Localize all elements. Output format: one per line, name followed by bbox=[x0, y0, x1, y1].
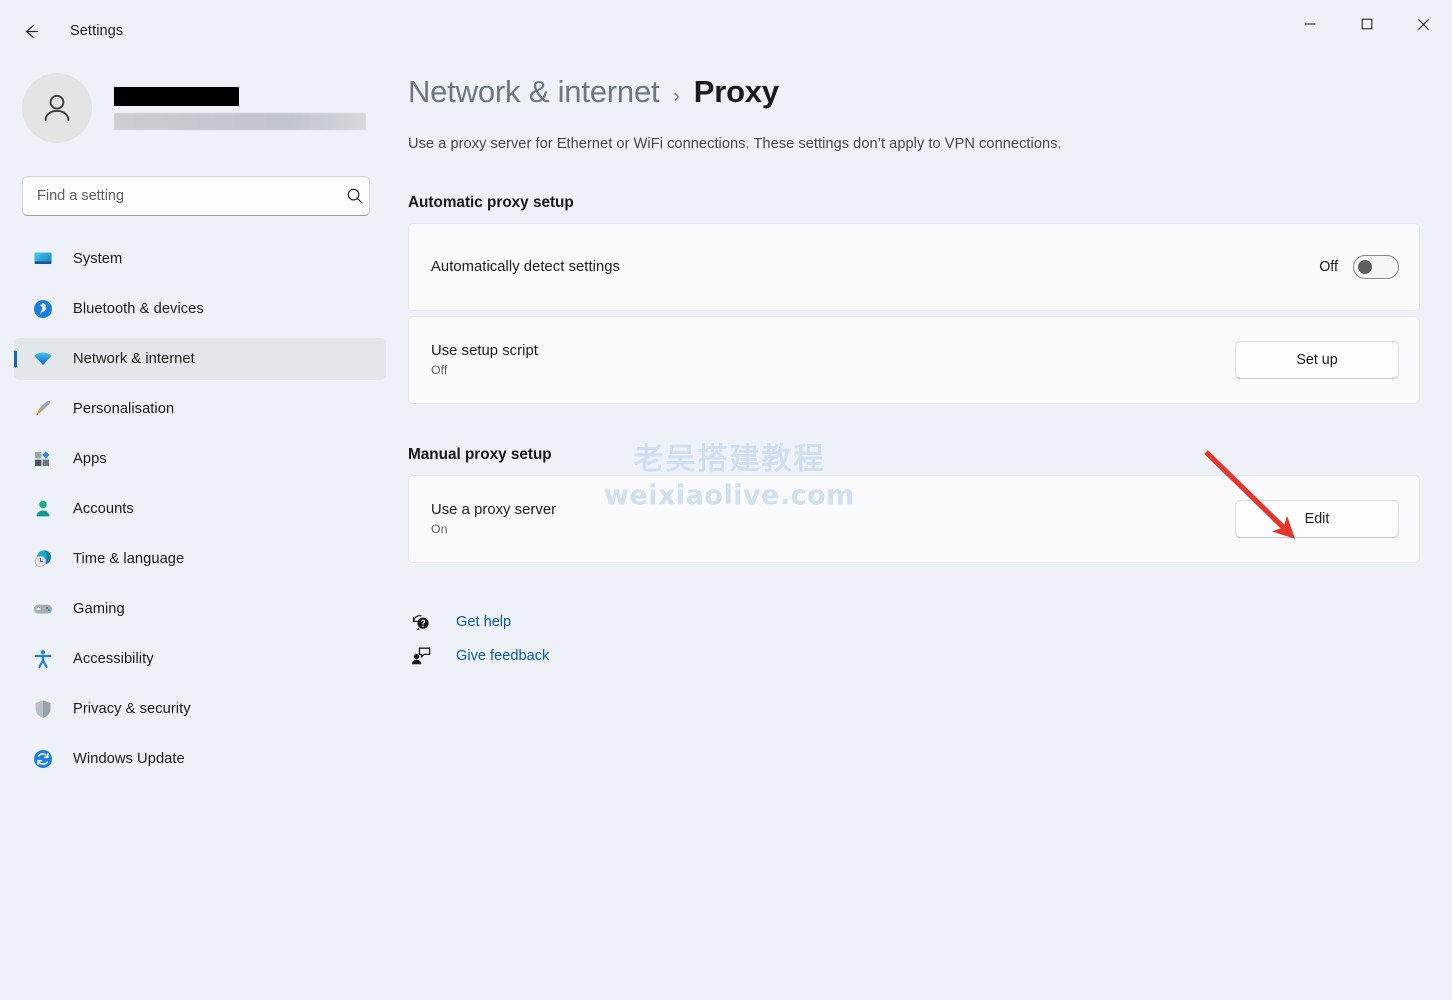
system-icon bbox=[31, 247, 55, 271]
sidebar-item-label: Privacy & security bbox=[73, 701, 191, 717]
gamepad-icon bbox=[31, 597, 55, 621]
clock-globe-icon bbox=[31, 547, 55, 571]
card-subtitle: On bbox=[431, 522, 448, 536]
person-avatar-icon bbox=[44, 94, 70, 122]
breadcrumb-parent[interactable]: Network & internet bbox=[408, 74, 660, 110]
back-button[interactable] bbox=[10, 13, 50, 49]
automatic-proxy-heading: Automatic proxy setup bbox=[408, 194, 574, 211]
sidebar-item-label: Accounts bbox=[73, 501, 134, 517]
close-icon bbox=[1418, 18, 1429, 30]
account-email-blurred bbox=[114, 112, 366, 130]
sidebar-item-system[interactable]: System bbox=[14, 238, 386, 280]
get-help-link[interactable]: Get help bbox=[408, 605, 511, 639]
card-title: Use a proxy server bbox=[431, 502, 557, 518]
maximize-button[interactable] bbox=[1338, 0, 1395, 48]
account-name-redacted bbox=[114, 86, 239, 106]
arrow-left-icon bbox=[25, 24, 38, 38]
app-title: Settings bbox=[70, 23, 124, 39]
sidebar-item-label: Gaming bbox=[73, 601, 125, 617]
sidebar-item-gaming[interactable]: Gaming bbox=[14, 588, 386, 630]
accessibility-icon bbox=[31, 647, 55, 671]
help-question-bubble-icon bbox=[408, 610, 434, 634]
window-controls bbox=[1281, 0, 1452, 48]
sidebar-item-label: Apps bbox=[73, 451, 107, 467]
toggle-knob bbox=[1358, 260, 1372, 274]
page-title: Proxy bbox=[693, 74, 779, 109]
sidebar-item-label: Network & internet bbox=[73, 351, 195, 367]
card-text: Use a proxy server On bbox=[431, 502, 556, 536]
card-subtitle: Off bbox=[431, 363, 448, 377]
card-right: Off bbox=[1319, 255, 1399, 279]
sidebar-item-label: Accessibility bbox=[73, 651, 154, 667]
sidebar-item-label: Time & language bbox=[73, 551, 185, 567]
accounts-icon bbox=[31, 497, 55, 521]
sidebar-item-privacy-security[interactable]: Privacy & security bbox=[14, 688, 386, 730]
set-up-button[interactable]: Set up bbox=[1235, 341, 1399, 379]
breadcrumb-separator-icon: › bbox=[673, 86, 680, 107]
sidebar-item-label: System bbox=[73, 251, 123, 267]
link-label: Get help bbox=[456, 614, 512, 630]
use-proxy-server-card: Use a proxy server On Edit bbox=[408, 475, 1420, 563]
give-feedback-link[interactable]: Give feedback bbox=[408, 639, 549, 673]
sidebar-item-accessibility[interactable]: Accessibility bbox=[14, 638, 386, 680]
card-title: Automatically detect settings bbox=[431, 259, 620, 275]
minimize-icon bbox=[1304, 23, 1315, 25]
bluetooth-icon bbox=[31, 297, 55, 321]
breadcrumb: Network & internet › Proxy bbox=[408, 74, 1420, 110]
profile-text bbox=[114, 86, 366, 130]
sidebar-item-bluetooth-devices[interactable]: Bluetooth & devices bbox=[14, 288, 386, 330]
link-label: Give feedback bbox=[456, 648, 550, 664]
sidebar-nav: System Bluetooth & devices Network & int… bbox=[0, 238, 400, 780]
sidebar-item-time-language[interactable]: Time & language bbox=[14, 538, 386, 580]
manual-proxy-heading: Manual proxy setup bbox=[408, 446, 552, 463]
paintbrush-icon bbox=[31, 397, 55, 421]
main-content: Network & internet › Proxy Use a proxy s… bbox=[400, 62, 1452, 1000]
footer-links: Get help Give feedback bbox=[408, 605, 1420, 673]
minimize-button[interactable] bbox=[1281, 0, 1338, 48]
auto-detect-toggle[interactable] bbox=[1353, 255, 1399, 279]
user-profile[interactable] bbox=[0, 62, 400, 154]
sidebar-item-accounts[interactable]: Accounts bbox=[14, 488, 386, 530]
card-text: Automatically detect settings bbox=[431, 259, 620, 275]
feedback-person-bubble-icon bbox=[408, 644, 434, 668]
close-button[interactable] bbox=[1395, 0, 1452, 48]
settings-window: Settings Find a setting System Bluetooth… bbox=[0, 0, 1452, 1000]
sidebar-item-network-internet[interactable]: Network & internet bbox=[14, 338, 386, 380]
avatar bbox=[22, 73, 92, 143]
sidebar: System Bluetooth & devices bbox=[0, 62, 400, 1000]
sidebar-item-label: Personalisation bbox=[73, 401, 175, 417]
update-refresh-icon bbox=[31, 747, 55, 771]
shield-icon bbox=[31, 697, 55, 721]
title-bar: Settings bbox=[0, 0, 1452, 62]
maximize-icon bbox=[1361, 18, 1372, 30]
sidebar-item-personalisation[interactable]: Personalisation bbox=[14, 388, 386, 430]
wifi-icon bbox=[31, 347, 55, 371]
apps-icon bbox=[31, 447, 55, 471]
card-title: Use setup script bbox=[431, 343, 538, 359]
use-setup-script-card: Use setup script Off Set up bbox=[408, 316, 1420, 404]
edit-button[interactable]: Edit bbox=[1235, 500, 1399, 538]
automatically-detect-settings-card: Automatically detect settings Off bbox=[408, 223, 1420, 311]
card-text: Use setup script Off bbox=[431, 343, 538, 377]
search-input[interactable] bbox=[22, 176, 370, 216]
search-container bbox=[22, 176, 378, 216]
sidebar-item-label: Bluetooth & devices bbox=[73, 301, 204, 317]
sidebar-item-windows-update[interactable]: Windows Update bbox=[14, 738, 386, 780]
card-right: Set up bbox=[1235, 341, 1399, 379]
sidebar-item-apps[interactable]: Apps bbox=[14, 438, 386, 480]
page-description: Use a proxy server for Ethernet or WiFi … bbox=[408, 136, 1062, 152]
sidebar-item-label: Windows Update bbox=[73, 751, 185, 767]
card-right: Edit bbox=[1235, 500, 1399, 538]
toggle-state-label: Off bbox=[1319, 259, 1338, 275]
